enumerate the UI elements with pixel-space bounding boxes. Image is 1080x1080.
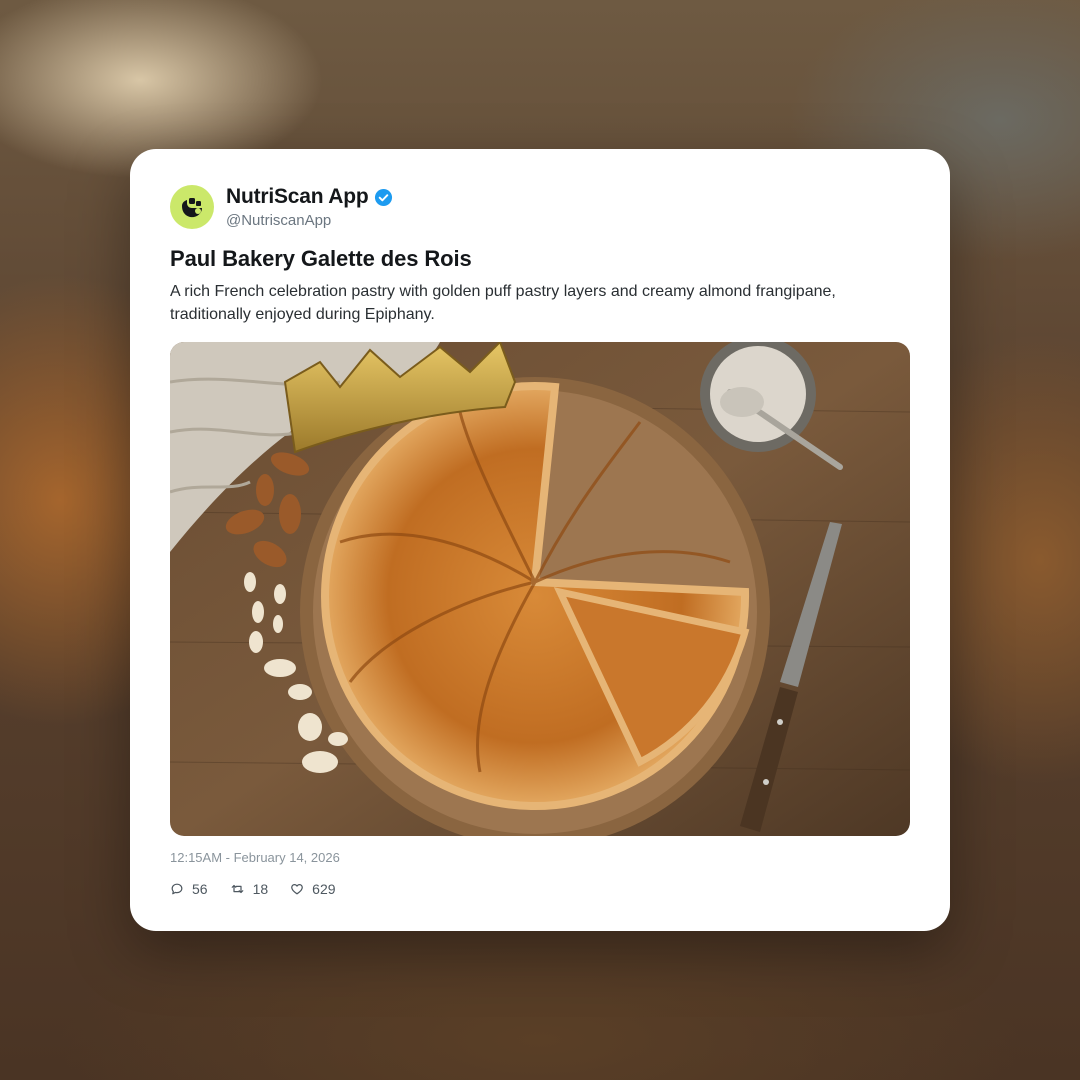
reply-count: 56 <box>192 881 208 897</box>
post-card: NutriScan App @NutriscanApp Paul Bakery … <box>130 149 950 931</box>
post-description: A rich French celebration pastry with go… <box>170 283 836 323</box>
reply-button[interactable]: 56 <box>170 881 208 897</box>
retweet-count: 18 <box>252 881 269 897</box>
author-names: NutriScan App @NutriscanApp <box>226 185 393 229</box>
comment-icon <box>171 883 183 895</box>
post-title: Paul Bakery Galette des Rois <box>170 246 472 271</box>
engagement-stats: 56 18 629 <box>170 881 358 897</box>
retweet-button[interactable]: 18 <box>230 881 269 897</box>
avatar[interactable] <box>170 185 214 229</box>
nutriscan-logo-icon <box>182 198 202 218</box>
heart-icon <box>291 884 304 895</box>
display-name[interactable]: NutriScan App <box>226 185 369 209</box>
post-image[interactable] <box>170 342 910 836</box>
like-button[interactable]: 629 <box>290 881 336 897</box>
user-handle[interactable]: @NutriscanApp <box>226 212 393 229</box>
retweet-icon <box>231 884 243 894</box>
verified-badge-icon <box>374 188 393 207</box>
post-timestamp: 12:15AM - February 14, 2026 <box>170 850 340 865</box>
post-header: NutriScan App @NutriscanApp <box>170 185 393 229</box>
like-count: 629 <box>312 881 336 897</box>
